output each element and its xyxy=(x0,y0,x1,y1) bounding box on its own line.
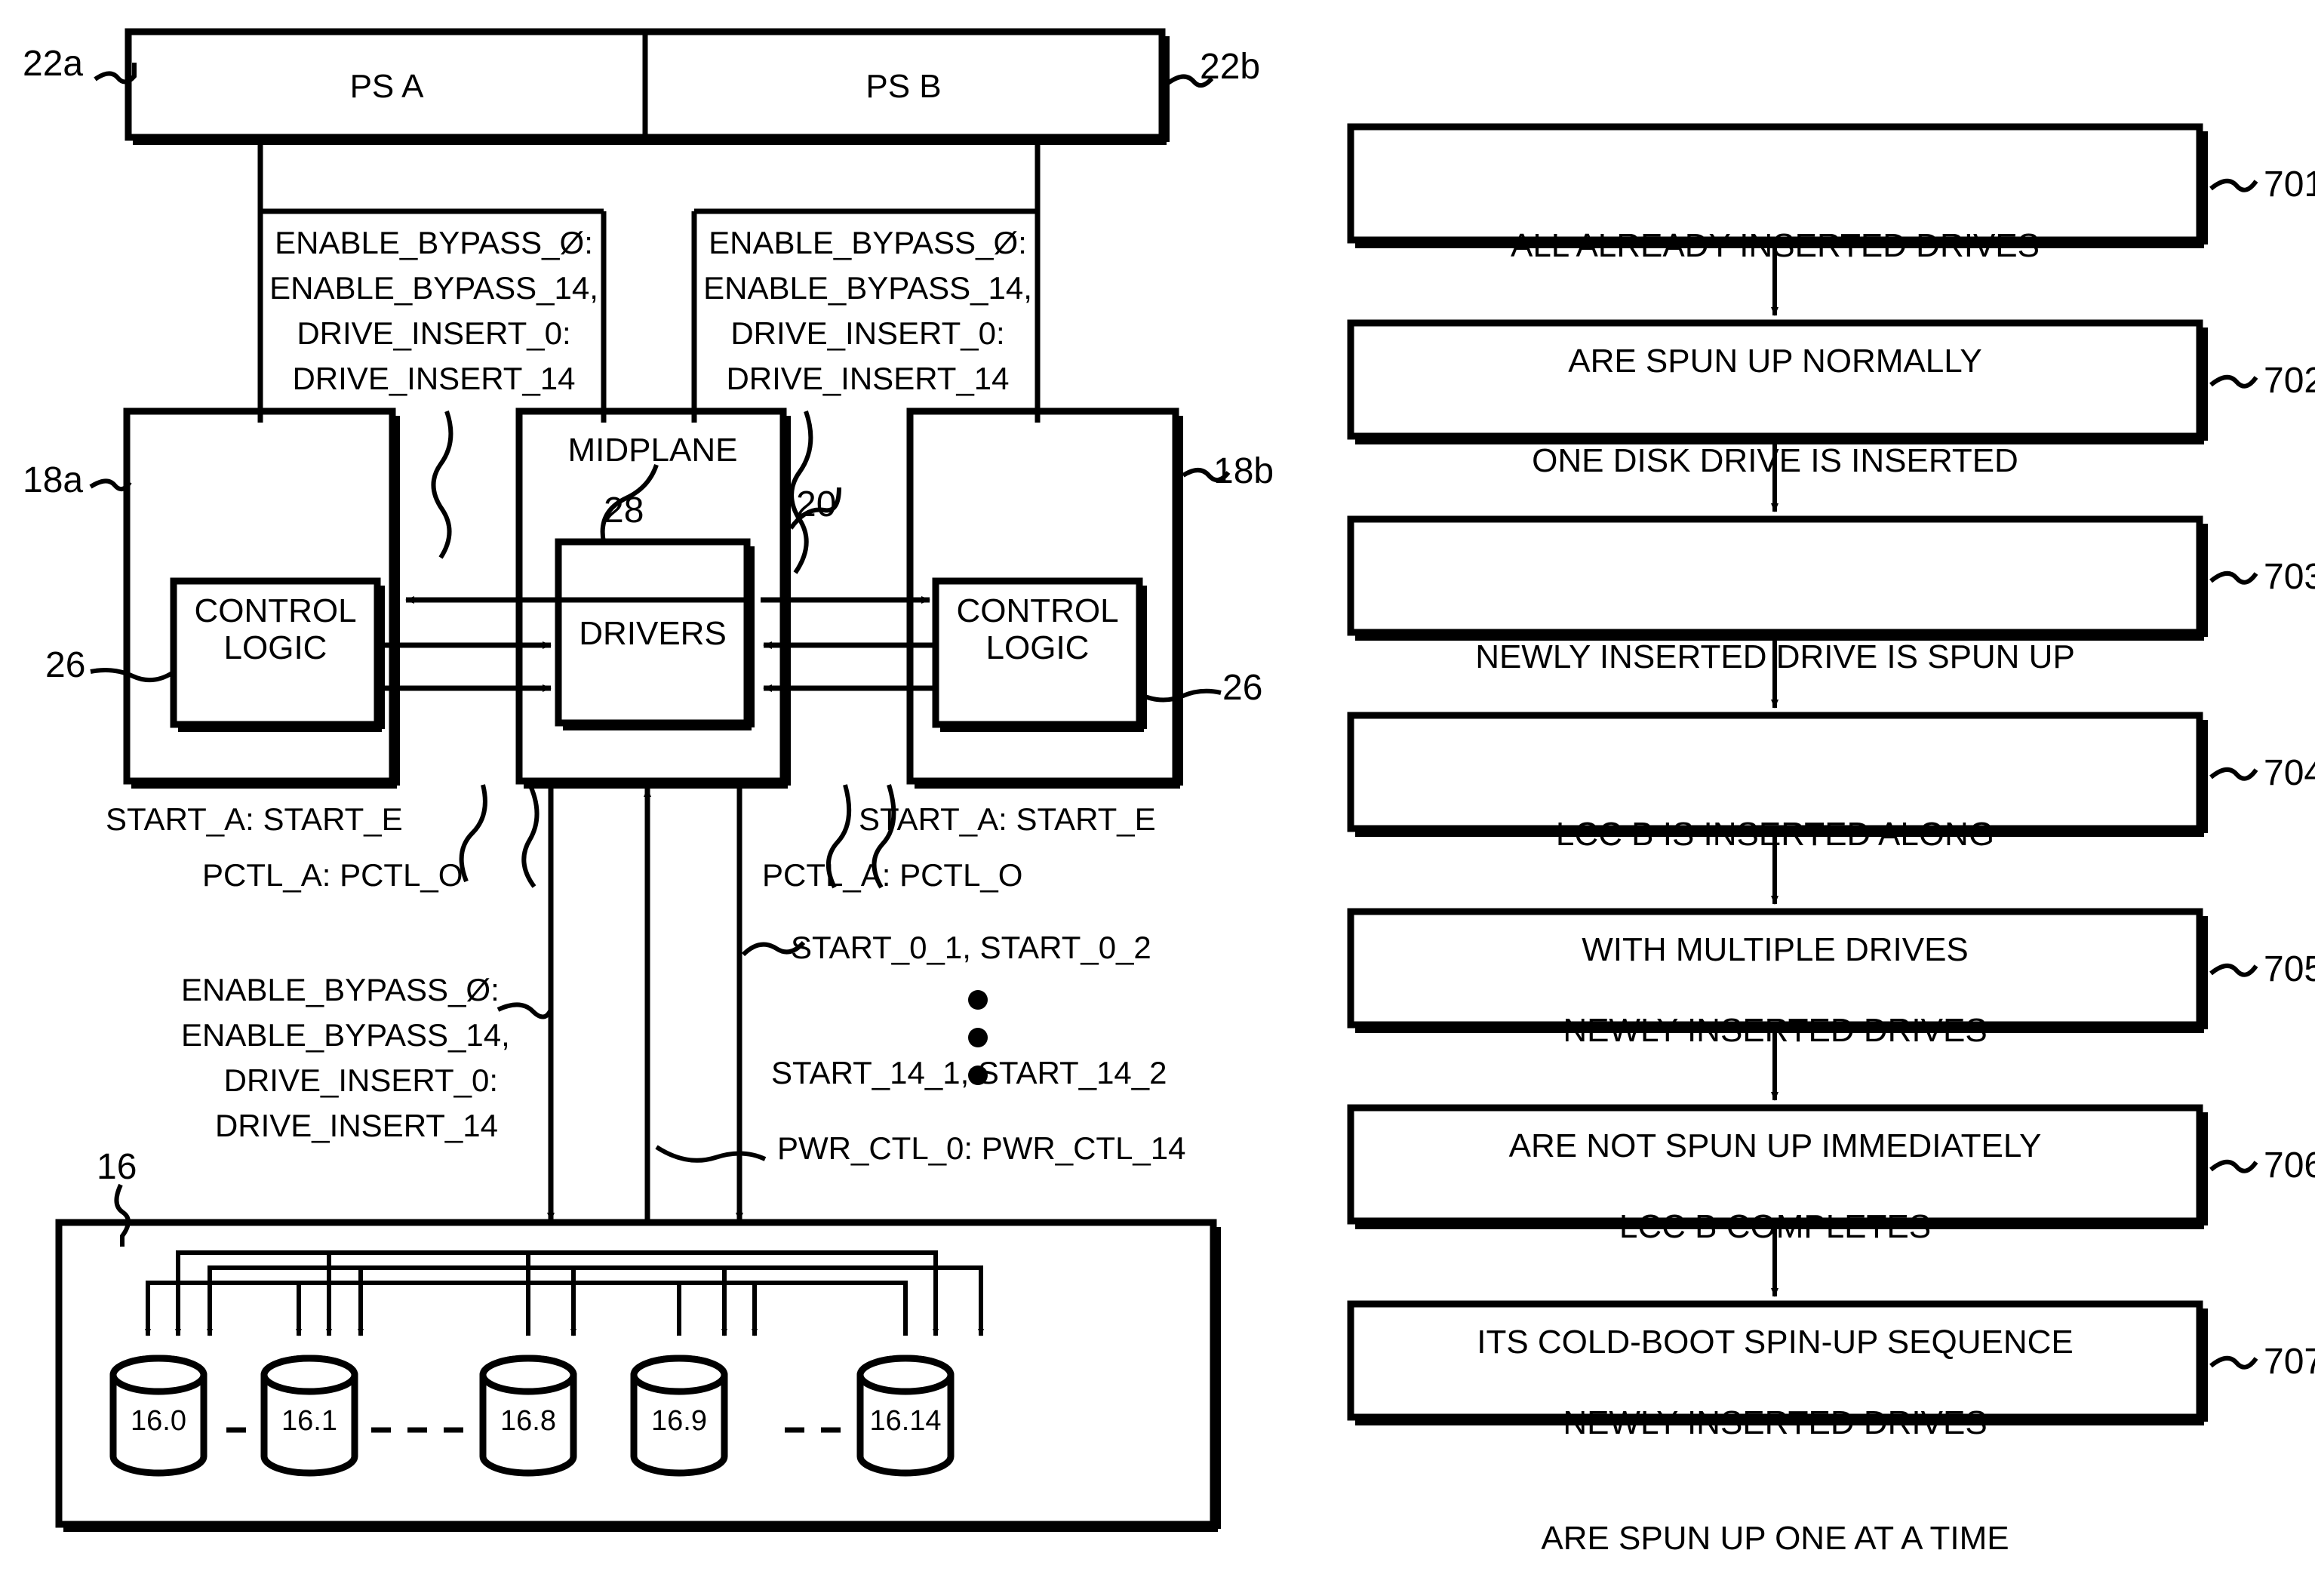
flow-line: ARE SPUN UP ONE AT A TIME xyxy=(1541,1520,2009,1558)
drivers-label: DRIVERS xyxy=(579,615,727,652)
signal-line: ENABLE_BYPASS_14, xyxy=(181,1017,510,1053)
signal-line: ENABLE_BYPASS_Ø: xyxy=(709,225,1027,260)
control-logic-a-label: CONTROL LOGIC xyxy=(194,592,357,667)
ref-18a: 18a xyxy=(23,460,84,500)
power-supply-b-label: PS B xyxy=(865,68,942,105)
flow-ref-7020: 7020 xyxy=(2264,361,2315,401)
signal-line: DRIVE_INSERT_0: xyxy=(730,315,1005,351)
flow-ref-7030: 7030 xyxy=(2264,557,2315,597)
ref-26-left: 26 xyxy=(45,645,86,685)
flow-step-text-7020: ONE DISK DRIVE IS INSERTED xyxy=(1358,364,2192,518)
ref-22b: 22b xyxy=(1200,47,1261,87)
drive-label: 16.0 xyxy=(131,1405,186,1437)
flow-line: NEWLY INSERTED DRIVES xyxy=(1563,1012,1988,1050)
ref-26-right: 26 xyxy=(1222,668,1263,708)
signal-line: ENABLE_BYPASS_14, xyxy=(703,270,1032,306)
ref-20: 20 xyxy=(796,484,837,524)
flow-ref-7050: 7050 xyxy=(2264,949,2315,989)
flow-line: NEWLY INSERTED DRIVES xyxy=(1563,1404,1988,1442)
ref-28: 28 xyxy=(604,490,644,530)
bus-label-start-a-right: START_A: START_E xyxy=(859,801,1156,837)
signal-line: DRIVE_INSERT_0: xyxy=(223,1062,498,1098)
ref-16: 16 xyxy=(97,1147,137,1187)
flow-step-text-7030: NEWLY INSERTED DRIVE IS SPUN UP xyxy=(1358,561,2192,715)
flow-ref-7070: 7070 xyxy=(2264,1342,2315,1382)
flow-line: ONE DISK DRIVE IS INSERTED xyxy=(1532,442,2018,480)
drive-label: 16.1 xyxy=(281,1405,337,1437)
patent-figure: PS A 22a PS B 22b ENABLE_BYPASS_Ø: ENABL… xyxy=(0,0,2315,1557)
flow-line: ALL ALREADY INSERTED DRIVES xyxy=(1510,227,2040,265)
flow-ref-7040: 7040 xyxy=(2264,753,2315,793)
bus-label-start-14: START_14_1, START_14_2 xyxy=(771,1055,1167,1090)
flow-ref-7010: 7010 xyxy=(2264,165,2315,204)
signal-line: ENABLE_BYPASS_Ø: xyxy=(275,225,593,260)
signal-line: ENABLE_BYPASS_Ø: xyxy=(181,972,500,1007)
flow-step-text-7070: NEWLY INSERTED DRIVES ARE SPUN UP ONE AT… xyxy=(1358,1327,2192,1596)
signal-line: DRIVE_INSERT_14 xyxy=(292,361,576,396)
flow-line: NEWLY INSERTED DRIVE IS SPUN UP xyxy=(1475,638,2075,676)
bus-label-pwr-ctl: PWR_CTL_0: PWR_CTL_14 xyxy=(777,1130,1186,1166)
drive-label: 16.9 xyxy=(651,1405,707,1437)
signal-line: DRIVE_INSERT_14 xyxy=(726,361,1010,396)
flow-ref-7060: 7060 xyxy=(2264,1145,2315,1185)
midplane-label: MIDPLANE xyxy=(567,432,738,469)
control-logic-b-label: CONTROL LOGIC xyxy=(956,592,1119,667)
power-supply-a-label: PS A xyxy=(349,68,424,105)
ref-22a: 22a xyxy=(23,44,84,84)
bus-label-pctl-a-right: PCTL_A: PCTL_O xyxy=(762,857,1023,893)
bus-label-pctl-a-left: PCTL_A: PCTL_O xyxy=(202,857,463,893)
bus-label-start-a-left: START_A: START_E xyxy=(106,801,403,837)
signal-line: DRIVE_INSERT_0: xyxy=(297,315,571,351)
signal-line: DRIVE_INSERT_14 xyxy=(214,1108,498,1143)
flow-line: LCC B COMPLETES xyxy=(1619,1208,1932,1246)
bus-label-start-0: START_0_1, START_0_2 xyxy=(791,930,1151,965)
drive-label: 16.8 xyxy=(500,1405,556,1437)
flow-line: LCC B IS INSERTED ALONG xyxy=(1555,816,1995,853)
drive-label: 16.14 xyxy=(869,1405,942,1437)
ref-18b: 18b xyxy=(1213,451,1274,491)
signal-line: ENABLE_BYPASS_14, xyxy=(269,270,598,306)
